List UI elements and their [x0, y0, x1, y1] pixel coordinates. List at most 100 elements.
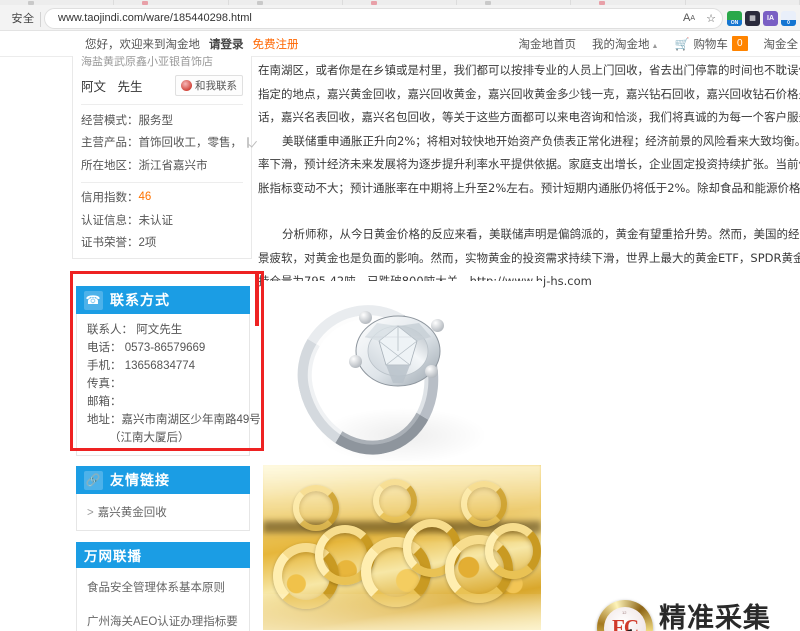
article-paragraph: 话，嘉兴名表回收，嘉兴名包回收，等关于这些方面都可以来电咨询和恰淡，我们将真诚的… — [258, 110, 800, 124]
seller-person-title: 先生 — [117, 80, 143, 94]
ia-label: IA — [767, 14, 774, 22]
watermark: 12 6 FC 精准采集 移动采集先行者 — [597, 597, 797, 631]
article-paragraph: 景疲软，对黄金也是负面的影响。然而，实物黄金的投资需求持续下滑，世界上最大的黄金… — [258, 250, 800, 265]
favorites-star-icon[interactable]: ☆ — [700, 8, 722, 29]
link-icon: 🔗 — [84, 470, 103, 490]
register-link[interactable]: 免费注册 — [253, 36, 299, 52]
news-panel-body: 食品安全管理体系基本原则 广州海关AEO认证办理指标要求 森森节能-生态、环保、… — [76, 568, 250, 631]
qq-penguin-icon — [181, 80, 192, 91]
site-topbar: 您好，欢迎来到淘金地 请登录 免费注册 淘金地首页 我的淘金地 ▲ 🛒 购物车 0… — [0, 31, 800, 57]
main-products-value: 首饰回收工，零售， — [138, 137, 243, 149]
news-item[interactable]: 食品安全管理体系基本原则 — [87, 580, 249, 614]
news-panel-header: 万网联播 — [76, 542, 250, 568]
article-paragraph: 美联储重申通胀正升向2%；将相对较快地开始资产负债表正常化进程；经济前景的风险看… — [282, 133, 800, 148]
article-spacer — [258, 200, 800, 223]
friendly-link-item[interactable]: > 嘉兴黄金回收 — [87, 504, 249, 520]
ring-prong — [359, 311, 372, 324]
page-viewport: 您好，欢迎来到淘金地 请登录 免费注册 淘金地首页 我的淘金地 ▲ 🛒 购物车 0… — [0, 31, 800, 631]
certification-label: 认证信息： — [81, 214, 139, 227]
seller-person: 阿文 先生 — [81, 76, 143, 95]
gold-photo-glass-shelf — [263, 593, 541, 630]
home-link[interactable]: 淘金地首页 — [519, 36, 577, 52]
region-value: 浙江省嘉兴市 — [138, 159, 208, 172]
sync-extension-badge: 0 — [781, 19, 796, 26]
news-panel-title: 万网联播 — [84, 549, 142, 564]
diamond-ring-photo — [263, 281, 543, 461]
article-paragraph: 在南湖区，或者你是在乡镇或是村里，我们都可以按排专业的人员上门回收，省去出门停靠… — [258, 63, 800, 77]
seller-company-name: 海盐黄武原鑫小亚银首饰店 — [81, 56, 213, 68]
honor-value: 2项 — [138, 237, 157, 249]
article-paragraph: 率下滑，预计经济未来发展将为逐步提升利率水平提供依据。家庭支出增长，企业固定投资… — [258, 157, 800, 171]
business-mode-row: 经营模式： 服务型 — [81, 105, 243, 128]
browser-chrome: 安全 www.taojindi.com/ware/185440298.html … — [0, 0, 800, 31]
security-status-label: 安全 — [11, 13, 35, 25]
main-products-row: 主营产品： 首饰回收工，零售， — [81, 128, 249, 151]
news-item[interactable]: 广州海关AEO认证办理指标要求 — [87, 614, 249, 631]
credit-index-row: 信用指数： 46 — [81, 183, 243, 206]
news-panel: 万网联播 食品安全管理体系基本原则 广州海关AEO认证办理指标要求 森森节能-生… — [76, 542, 250, 631]
onenote-extension-icon[interactable]: ON — [727, 10, 742, 26]
extension-toolbar: ON ▦ IA 0 — [727, 10, 800, 26]
credit-value: 46 — [138, 191, 152, 203]
friendly-link-label: 嘉兴黄金回收 — [97, 507, 167, 519]
qq-contact-button[interactable]: 和我联系 — [175, 75, 243, 96]
friendly-links-panel: 🔗 友情链接 > 嘉兴黄金回收 — [76, 466, 250, 531]
watermark-logo-icon: 12 6 FC — [597, 600, 653, 631]
region-row: 所在地区： 浙江省嘉兴市 — [81, 150, 243, 173]
login-link[interactable]: 请登录 — [209, 36, 244, 52]
url-text: www.taojindi.com/ware/185440298.html — [58, 12, 252, 24]
ring-prong — [425, 365, 438, 378]
seller-person-name: 阿文 — [81, 80, 107, 94]
main-products-label: 主营产品： — [81, 137, 139, 149]
region-label: 所在地区： — [81, 159, 139, 172]
gold-ring — [373, 479, 417, 523]
certification-row: 认证信息： 未认证 — [81, 205, 243, 228]
honor-row: 证书荣誉： 2项 — [81, 228, 243, 251]
expand-products-checkbox-icon[interactable] — [247, 136, 249, 148]
gold-ring — [461, 481, 507, 527]
watermark-clock-face: 12 6 FC — [604, 607, 646, 631]
cart-label: 购物车 — [693, 38, 728, 51]
certification-value: 未认证 — [138, 214, 174, 227]
qq-contact-label: 和我联系 — [195, 80, 237, 92]
business-mode-label: 经营模式： — [81, 114, 139, 127]
friendly-links-header: 🔗 友情链接 — [76, 466, 250, 494]
article-paragraph: 胀指标变动不大；预计通胀率在中期将上升至2%左右。预计短期内通胀仍将低于2%。除… — [258, 180, 800, 195]
topbar-rightmost-link[interactable]: 淘金全 — [764, 36, 799, 52]
gold-ring — [293, 485, 339, 531]
watermark-title: 精准采集 — [659, 602, 771, 631]
cart-count-badge: 0 — [731, 36, 748, 51]
collections-extension-icon[interactable]: ▦ — [745, 10, 760, 26]
business-mode-value: 服务型 — [138, 114, 174, 127]
seller-info-card: 海盐黄武原鑫小亚银首饰店 阿文 先生 和我联系 经营模式： 服务型 主营产品： … — [72, 56, 252, 259]
chevron-up-icon: ▲ — [651, 42, 659, 50]
friendly-links-body: > 嘉兴黄金回收 — [76, 494, 250, 531]
left-sidebar: 海盐黄武原鑫小亚银首饰店 阿文 先生 和我联系 经营模式： 服务型 主营产品： … — [72, 56, 252, 259]
sync-extension-icon[interactable]: 0 — [781, 10, 796, 26]
gold-rings-photo — [263, 465, 541, 630]
friendly-links-title: 友情链接 — [110, 472, 170, 488]
address-bar[interactable]: www.taojindi.com/ware/185440298.html AA … — [40, 7, 723, 29]
chevron-right-icon: > — [87, 507, 94, 519]
internet-archive-extension-icon[interactable]: IA — [763, 10, 778, 26]
cart-icon: 🛒 — [674, 36, 690, 51]
contact-highlight-edge — [255, 271, 259, 326]
omnibox-row: 安全 www.taojindi.com/ware/185440298.html … — [0, 5, 800, 31]
credit-label: 信用指数： — [81, 192, 139, 204]
greeting-text: 您好，欢迎来到淘金地 — [85, 38, 200, 51]
article-body: 在南湖区，或者你是在乡镇或是村里，我们都可以按排专业的人员上门回收，省去出门停靠… — [258, 57, 800, 294]
honor-label: 证书荣誉： — [81, 237, 139, 249]
clock-tick: 12 — [622, 610, 627, 615]
topbar-left-group: 您好，欢迎来到淘金地 请登录 免费注册 — [85, 36, 299, 52]
main-content-column: 在南湖区，或者你是在乡镇或是村里，我们都可以按排专业的人员上门回收，省去出门停靠… — [258, 57, 800, 630]
onenote-extension-badge: ON — [727, 19, 742, 26]
article-paragraph: 分析师称，从今日黄金价格的反应来看，美联储声明是偏鸽派的，黄金有望重拾升势。然而… — [282, 227, 800, 241]
my-account-menu[interactable]: 我的淘金地 ▲ — [592, 36, 658, 52]
cart-link[interactable]: 🛒 购物车 0 — [674, 36, 748, 52]
contact-highlight-box — [70, 271, 264, 451]
font-size-icon[interactable]: AA — [678, 8, 700, 29]
my-account-label: 我的淘金地 — [592, 38, 650, 51]
seller-person-row: 阿文 先生 和我联系 — [81, 68, 243, 104]
ring-prong — [349, 355, 362, 368]
ring-prong — [431, 319, 444, 332]
